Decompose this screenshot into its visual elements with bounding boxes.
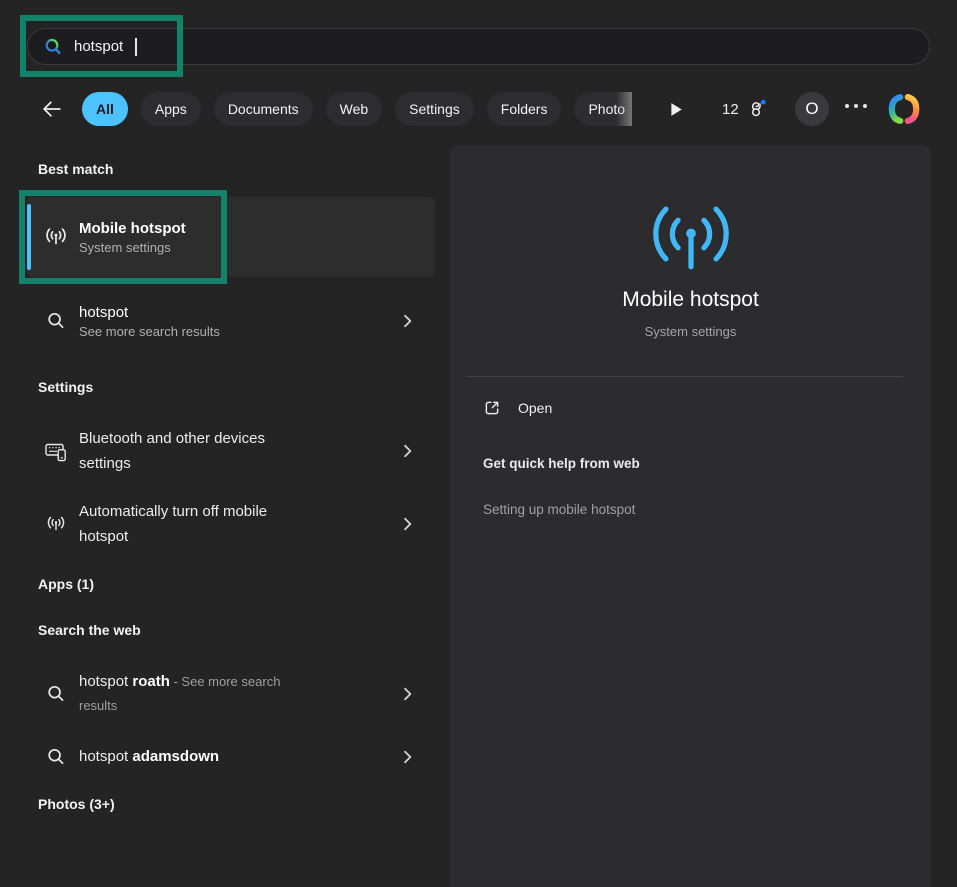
chevron-right-icon bbox=[403, 517, 413, 531]
filter-tab-settings[interactable]: Settings bbox=[395, 92, 474, 126]
result-title-line1: hotspot roath - See more search bbox=[79, 670, 280, 694]
filter-tab-photos[interactable]: Photo bbox=[574, 92, 632, 126]
filter-tab-label: All bbox=[96, 101, 114, 117]
result-auto-turn-off-hotspot[interactable]: Automatically turn off mobile hotspot bbox=[27, 495, 435, 553]
search-result-icon bbox=[43, 308, 69, 334]
mobile-hotspot-icon-large bbox=[642, 193, 739, 290]
search-input[interactable]: hotspot bbox=[27, 28, 930, 65]
mobile-hotspot-icon bbox=[43, 224, 69, 250]
result-title-line1: Bluetooth and other devices bbox=[79, 426, 265, 451]
search-result-icon bbox=[43, 744, 69, 770]
help-link-setting-up-hotspot[interactable]: Setting up mobile hotspot bbox=[483, 502, 635, 517]
account-avatar[interactable]: O bbox=[795, 92, 829, 126]
section-header-photos: Photos (3+) bbox=[38, 796, 115, 812]
section-header-best-match: Best match bbox=[38, 161, 113, 177]
selection-indicator bbox=[27, 204, 31, 270]
preview-subtitle: System settings bbox=[450, 324, 931, 339]
result-title-line2: results bbox=[79, 694, 280, 718]
copilot-icon[interactable] bbox=[887, 92, 921, 126]
filter-tab-all[interactable]: All bbox=[82, 92, 128, 126]
filter-tab-label: Photo bbox=[588, 101, 625, 117]
filter-bar: All Apps Documents Web Settings Folders … bbox=[0, 90, 957, 128]
back-arrow-icon[interactable] bbox=[40, 97, 64, 121]
result-title-line2: settings bbox=[79, 451, 265, 476]
result-web-hotspot-adamsdown[interactable]: hotspot adamsdown bbox=[27, 740, 435, 774]
section-header-settings: Settings bbox=[38, 379, 93, 395]
result-see-more[interactable]: hotspot See more search results bbox=[27, 293, 435, 349]
filter-tab-label: Web bbox=[340, 101, 369, 117]
filter-tab-label: Documents bbox=[228, 101, 299, 117]
result-title-line1: Automatically turn off mobile bbox=[79, 499, 267, 524]
help-section-header: Get quick help from web bbox=[483, 456, 640, 471]
chevron-right-icon bbox=[403, 314, 413, 328]
result-title: hotspot bbox=[79, 304, 220, 321]
result-title-line1: hotspot adamsdown bbox=[79, 745, 219, 769]
text-caret bbox=[135, 38, 137, 56]
filter-tab-folders[interactable]: Folders bbox=[487, 92, 562, 126]
filter-tab-label: Apps bbox=[155, 101, 187, 117]
scroll-tabs-right-icon[interactable] bbox=[666, 99, 686, 119]
result-title-line2: hotspot bbox=[79, 524, 267, 549]
section-header-apps: Apps (1) bbox=[38, 576, 94, 592]
result-title: Mobile hotspot bbox=[79, 220, 186, 237]
divider bbox=[467, 376, 903, 377]
filter-tab-label: Folders bbox=[501, 101, 548, 117]
filter-tab-web[interactable]: Web bbox=[326, 92, 383, 126]
filter-tab-apps[interactable]: Apps bbox=[141, 92, 201, 126]
result-subtitle: System settings bbox=[79, 240, 186, 255]
mobile-hotspot-icon bbox=[43, 511, 69, 537]
chevron-right-icon bbox=[403, 750, 413, 764]
search-icon bbox=[43, 37, 63, 57]
avatar-initial: O bbox=[805, 99, 818, 119]
filter-tab-documents[interactable]: Documents bbox=[214, 92, 313, 126]
result-best-match[interactable]: Mobile hotspot System settings bbox=[27, 197, 435, 277]
section-header-search-web: Search the web bbox=[38, 622, 141, 638]
result-bluetooth-settings[interactable]: Bluetooth and other devices settings bbox=[27, 422, 435, 480]
search-query-text: hotspot bbox=[74, 38, 123, 55]
open-action[interactable]: Open bbox=[483, 399, 552, 417]
open-external-icon bbox=[483, 399, 501, 417]
rewards-icon bbox=[745, 97, 767, 121]
result-web-hotspot-roath[interactable]: hotspot roath - See more search results bbox=[27, 665, 435, 723]
open-label: Open bbox=[518, 400, 552, 416]
rewards-points: 12 bbox=[722, 101, 739, 118]
more-options-icon[interactable] bbox=[845, 104, 867, 108]
filter-tab-label: Settings bbox=[409, 101, 460, 117]
result-subtitle: See more search results bbox=[79, 324, 220, 339]
chevron-right-icon bbox=[403, 687, 413, 701]
chevron-right-icon bbox=[403, 444, 413, 458]
search-result-icon bbox=[43, 681, 69, 707]
devices-icon bbox=[43, 438, 69, 464]
rewards-badge[interactable]: 12 bbox=[722, 96, 767, 122]
preview-panel: Mobile hotspot System settings Open Get … bbox=[450, 145, 931, 887]
preview-title: Mobile hotspot bbox=[450, 288, 931, 312]
